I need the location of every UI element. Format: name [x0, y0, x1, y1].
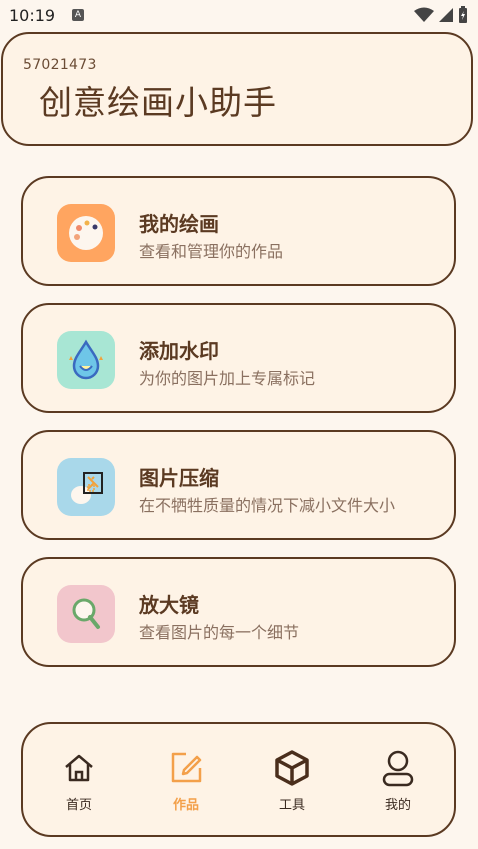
- nav-label: 首页: [65, 798, 92, 813]
- wifi-icon: [414, 7, 434, 22]
- menu-card-watermark[interactable]: 添加水印 为你的图片加上专属标记: [21, 303, 456, 413]
- menu-subtitle: 在不牺牲质量的情况下减小文件大小: [139, 496, 396, 515]
- nav-home[interactable]: 首页: [39, 748, 119, 818]
- menu-subtitle: 查看和管理你的作品: [139, 242, 284, 261]
- person-icon: [378, 748, 418, 788]
- menu-card-magnifier[interactable]: 放大镜 查看图片的每一个细节: [21, 557, 456, 667]
- home-icon: [59, 748, 99, 788]
- nav-profile[interactable]: 我的: [358, 748, 438, 818]
- menu-title: 放大镜: [139, 593, 199, 617]
- battery-icon: [459, 6, 467, 23]
- menu-card-my-paintings[interactable]: 我的绘画 查看和管理你的作品: [21, 176, 456, 286]
- nav-label: 作品: [172, 798, 199, 813]
- menu-title: 添加水印: [139, 339, 219, 363]
- palette-icon: [57, 204, 115, 262]
- magnifier-icon: [57, 585, 115, 643]
- signal-icon: [439, 8, 453, 22]
- cube-icon: [272, 748, 312, 788]
- status-icons: [414, 6, 468, 24]
- menu-card-compress[interactable]: 图片压缩 在不牺牲质量的情况下减小文件大小: [21, 430, 456, 540]
- compress-icon: [57, 458, 115, 516]
- edit-icon: [166, 748, 206, 788]
- user-id: 57021473: [23, 57, 97, 73]
- notification-icon: A: [72, 9, 84, 21]
- app-title: 创意绘画小助手: [39, 83, 277, 122]
- menu-title: 图片压缩: [139, 466, 219, 490]
- status-time: 10:19: [9, 6, 56, 25]
- menu-subtitle: 为你的图片加上专属标记: [139, 369, 316, 388]
- nav-tools[interactable]: 工具: [252, 748, 332, 818]
- nav-works[interactable]: 作品: [146, 748, 226, 818]
- header-card: 57021473 创意绘画小助手: [1, 32, 473, 146]
- nav-label: 我的: [384, 798, 411, 813]
- menu-subtitle: 查看图片的每一个细节: [139, 623, 300, 642]
- nav-label: 工具: [278, 798, 305, 813]
- menu-title: 我的绘画: [139, 212, 219, 236]
- water-drop-icon: [57, 331, 115, 389]
- status-bar: 10:19 A: [0, 0, 478, 32]
- bottom-nav: 首页 作品 工具 我的: [21, 722, 456, 837]
